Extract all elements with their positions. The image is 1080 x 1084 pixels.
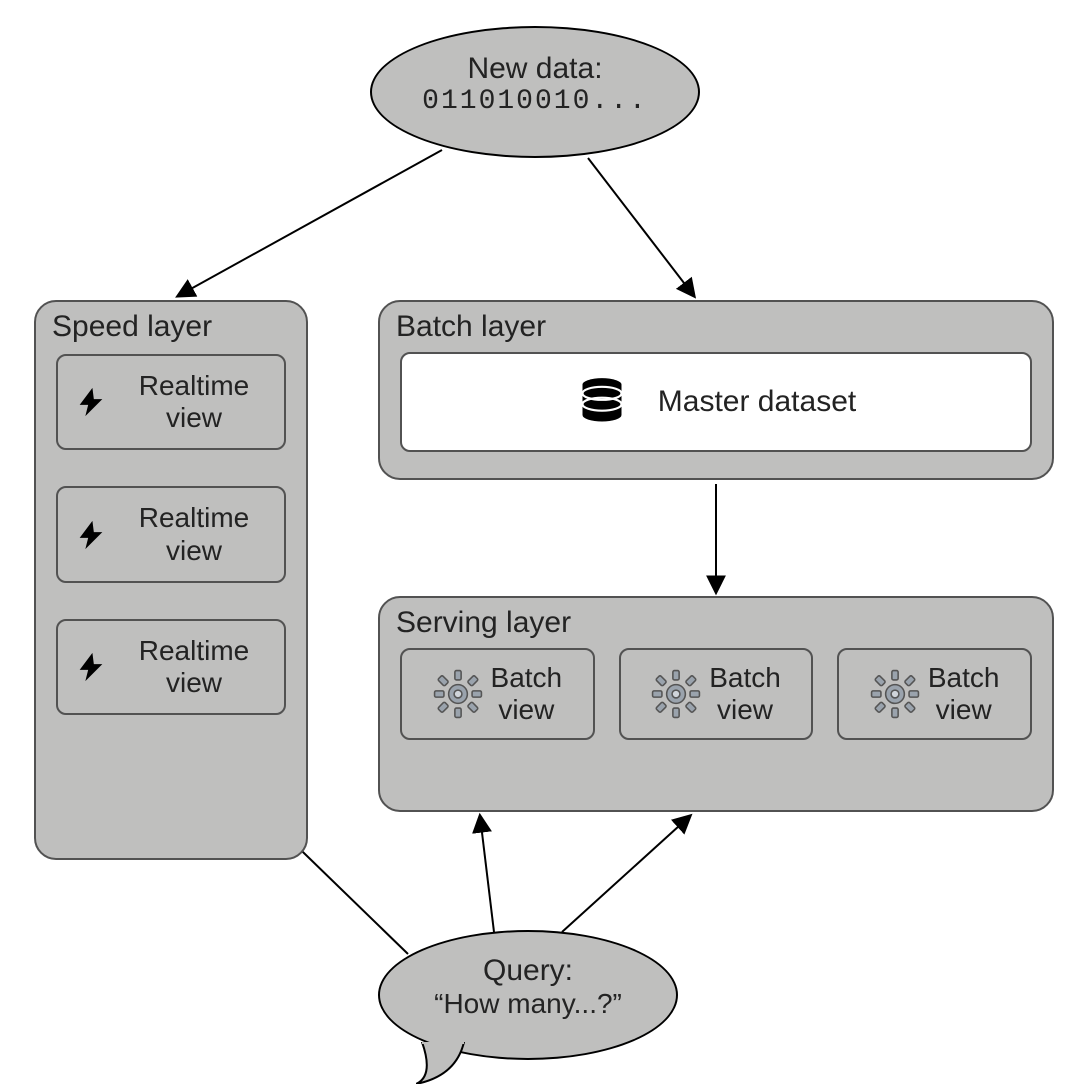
new-data-title: New data:: [372, 52, 698, 86]
batch-view-3: Batch view: [837, 648, 1032, 740]
query-title: Query:: [380, 954, 676, 988]
batch-view-2: Batch view: [619, 648, 814, 740]
query-text: “How many...?”: [380, 988, 676, 1020]
realtime-view-label: Realtime view: [120, 502, 268, 566]
batch-layer-panel: Batch layer Master dataset: [378, 300, 1054, 480]
query-bubble: Query: “How many...?”: [378, 930, 678, 1060]
database-icon: [576, 376, 628, 428]
realtime-view-label: Realtime view: [120, 635, 268, 699]
serving-layer-title: Serving layer: [380, 598, 1052, 644]
speed-layer-items: Realtime view Realtime view Realtime vie…: [36, 348, 306, 735]
serving-layer-panel: Serving layer: [378, 596, 1054, 812]
serving-layer-items: Batch view: [380, 644, 1052, 760]
realtime-view-2: Realtime view: [56, 486, 286, 582]
new-data-bits: 011010010...: [372, 86, 698, 117]
lambda-architecture-diagram: New data: 011010010... Speed layer Realt…: [0, 0, 1080, 1076]
batch-layer-title: Batch layer: [380, 302, 1052, 348]
batch-view-label: Batch view: [709, 662, 781, 726]
master-dataset-label: Master dataset: [658, 385, 856, 419]
realtime-view-3: Realtime view: [56, 619, 286, 715]
speed-layer-panel: Speed layer Realtime view Realtime view …: [34, 300, 308, 860]
new-data-node: New data: 011010010...: [370, 26, 700, 158]
batch-view-label: Batch view: [928, 662, 1000, 726]
batch-view-label: Batch view: [491, 662, 563, 726]
realtime-view-label: Realtime view: [120, 370, 268, 434]
lightning-icon: [74, 515, 108, 555]
batch-view-1: Batch view: [400, 648, 595, 740]
query-node: Query: “How many...?”: [378, 930, 678, 1060]
gear-icon: [651, 669, 701, 719]
gear-icon: [870, 669, 920, 719]
gear-icon: [433, 669, 483, 719]
speed-layer-title: Speed layer: [36, 302, 306, 348]
lightning-icon: [74, 647, 108, 687]
master-dataset-box: Master dataset: [400, 352, 1032, 452]
lightning-icon: [74, 382, 108, 422]
realtime-view-1: Realtime view: [56, 354, 286, 450]
